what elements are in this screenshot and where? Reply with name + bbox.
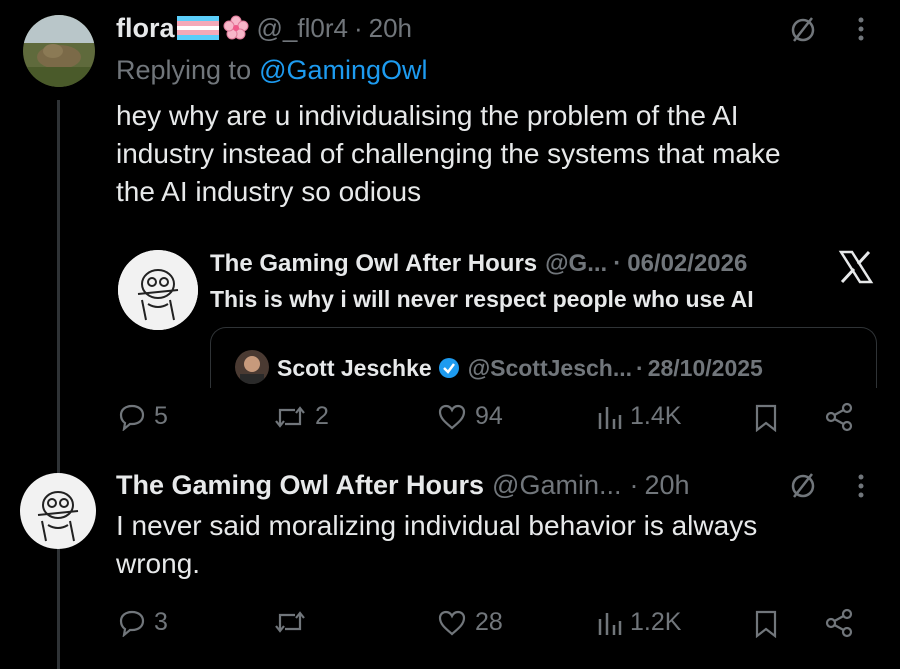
separator-dot: · [613,250,622,277]
replying-to-label: Replying to [116,54,252,85]
heart-icon [438,610,466,635]
quote-avatar[interactable] [118,250,198,330]
tweet-time[interactable]: 20h [369,13,412,44]
cherry-blossom-icon [223,15,249,41]
more-options-icon[interactable] [857,473,865,499]
like-count: 94 [475,402,503,430]
share-button[interactable] [824,608,854,638]
nested-quote-header: Scott Jeschke @ScottJesch... · 28/10/202… [277,350,763,386]
reply-button[interactable]: 3 [118,608,168,637]
analytics-icon [598,612,622,635]
like-count: 28 [475,608,503,636]
separator-dot: · [629,469,639,500]
nested-quote-card[interactable]: Scott Jeschke @ScottJesch... · 28/10/202… [210,327,877,388]
trans-flag-icon [176,16,219,40]
grok-icon[interactable] [790,14,816,44]
tweet-text-line: the AI industry so odious [116,176,422,207]
author-handle[interactable]: @_fl0r4 [257,13,348,44]
bookmark-icon [755,404,777,432]
tweet-text-line: industry instead of challenging the syst… [116,138,781,169]
author-name[interactable]: The Gaming Owl After Hours [116,470,484,501]
repost-button[interactable] [273,608,315,636]
avatar-gaming-owl[interactable] [20,473,96,549]
reply-icon [119,610,145,637]
avatar-flora[interactable] [23,15,95,87]
quote-date[interactable]: 06/02/2026 [627,250,747,278]
reply-header: flora @_fl0r4 · 20h [116,10,412,46]
reply-count: 3 [154,608,168,636]
share-icon [825,608,853,638]
thread-line [57,100,60,669]
quote-text-line: This is why i will never respect people … [210,285,754,312]
x-logo-icon[interactable] [838,250,874,284]
tweet-text-line: wrong. [116,548,201,579]
quote-author-handle[interactable]: @G... [545,250,607,278]
repost-button[interactable]: 2 [273,402,329,431]
author-name[interactable]: flora [116,13,175,44]
separator-dot: · [353,12,363,43]
quote-author-name[interactable]: The Gaming Owl After Hours [210,250,537,278]
verified-badge-icon [438,357,460,379]
more-options-icon[interactable] [857,16,865,42]
nested-author-name[interactable]: Scott Jeschke [277,355,432,382]
quote-header: The Gaming Owl After Hours @G... · 06/02… [210,248,747,280]
share-button[interactable] [824,402,854,432]
tweet-text-line: hey why are u individualising the proble… [116,100,739,131]
repost-icon [275,611,305,633]
author-handle[interactable]: @Gamin... [492,470,621,501]
analytics-icon [598,406,622,429]
repost-count: 2 [315,402,329,430]
nested-quote-avatar[interactable] [235,350,269,384]
nested-author-handle[interactable]: @ScottJesch... [468,355,632,382]
views-button[interactable]: 1.4K [596,402,681,431]
replying-to-handle[interactable]: @GamingOwl [259,55,427,86]
tweet-text: I never said moralizing individual behav… [116,507,757,583]
separator-dot: · [636,354,644,381]
heart-icon [438,404,466,429]
reply-count: 5 [154,402,168,430]
grok-icon[interactable] [790,470,816,500]
tweet-time[interactable]: 20h [644,470,689,501]
reply-button[interactable]: 5 [118,402,168,431]
nested-quote-date[interactable]: 28/10/2025 [648,355,763,382]
reply-icon [119,404,145,431]
quote-text: This is why i will never respect people … [210,284,754,314]
views-count: 1.2K [630,608,682,636]
like-button[interactable]: 28 [437,608,503,637]
views-button[interactable]: 1.2K [596,608,681,637]
tweet-text-line: I never said moralizing individual behav… [116,510,758,541]
repost-icon [275,405,305,428]
share-icon [825,402,853,432]
views-count: 1.4K [630,402,682,430]
bookmark-button[interactable] [754,610,778,638]
replying-to: Replying to @GamingOwl [116,52,428,88]
bookmark-button[interactable] [754,404,778,432]
tweet-text: hey why are u individualising the proble… [116,97,781,211]
bookmark-icon [755,610,777,638]
response-header: The Gaming Owl After Hours @Gamin... · 2… [116,466,690,504]
like-button[interactable]: 94 [437,402,503,431]
